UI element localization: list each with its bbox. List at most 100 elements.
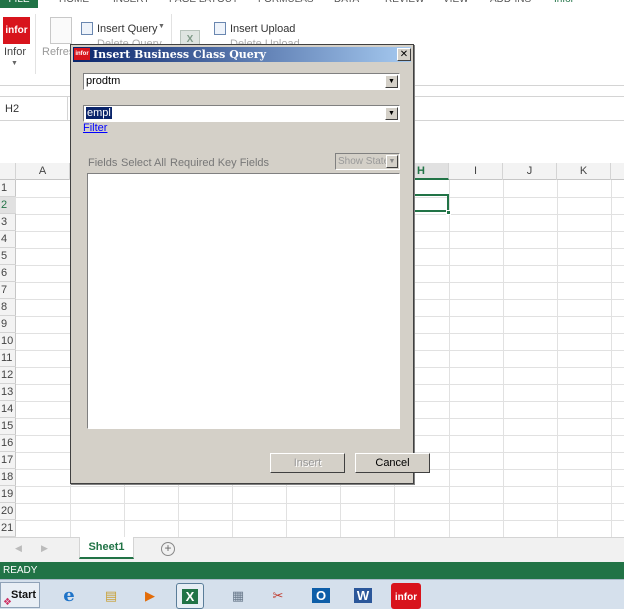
business-class-value: empl: [86, 107, 112, 119]
file-explorer-icon[interactable]: ▤: [97, 583, 125, 609]
ribbon-tab-strip: FILE HOME INSERT PAGE LAYOUT FORMULAS DA…: [0, 0, 624, 8]
calculator-icon[interactable]: ▦: [224, 583, 252, 609]
show-state-label: Show State: [338, 156, 390, 167]
add-sheet-icon[interactable]: +: [161, 542, 175, 556]
chevron-down-icon[interactable]: ▼: [385, 107, 398, 120]
row-header[interactable]: 17: [0, 452, 16, 469]
internet-explorer-icon[interactable]: e: [55, 583, 83, 609]
column-header[interactable]: A: [16, 163, 70, 180]
infor-menu-label[interactable]: Infor: [4, 46, 26, 58]
infor-taskbar-icon[interactable]: infor: [391, 583, 421, 609]
insert-upload-icon: [214, 22, 226, 35]
dialog-titlebar[interactable]: infor Insert Business Class Query ✕: [73, 47, 411, 62]
column-header[interactable]: I: [449, 163, 503, 180]
tab-file[interactable]: FILE: [0, 0, 38, 8]
gridline: [16, 503, 624, 504]
chevron-down-icon[interactable]: ▼: [385, 75, 398, 88]
start-button[interactable]: ❖ Start: [0, 582, 40, 608]
row-header[interactable]: 21: [0, 520, 16, 537]
insert-upload-button[interactable]: Insert Upload: [230, 23, 295, 35]
insert-query-icon: [81, 22, 93, 35]
status-bar: READY: [0, 562, 624, 579]
tab-page-layout[interactable]: PAGE LAYOUT: [169, 0, 238, 8]
fields-list[interactable]: [87, 173, 400, 429]
row-header[interactable]: 20: [0, 503, 16, 520]
fields-tab[interactable]: Fields: [88, 157, 117, 169]
select-all-corner[interactable]: [0, 163, 16, 180]
select-all-tab[interactable]: Select All: [121, 157, 166, 169]
required-key-fields-tab[interactable]: Required Key Fields: [170, 157, 269, 169]
name-box-value: H2: [5, 103, 20, 115]
sheet-tabs-bar: ◀ ▶ Sheet1 +: [0, 537, 624, 562]
row-header-active[interactable]: 2: [0, 197, 16, 214]
row-header[interactable]: 1: [0, 180, 16, 197]
infor-glyph: infor: [394, 592, 418, 603]
ribbon-divider: [35, 14, 36, 74]
chevron-down-icon[interactable]: ▼: [158, 23, 165, 30]
row-header[interactable]: 12: [0, 367, 16, 384]
close-button[interactable]: ✕: [397, 48, 411, 61]
row-header[interactable]: 6: [0, 265, 16, 282]
gridline: [611, 180, 612, 537]
start-label: Start: [11, 589, 37, 601]
excel-glyph: X: [181, 589, 199, 604]
media-glyph: ▶: [145, 588, 155, 603]
row-header[interactable]: 18: [0, 469, 16, 486]
insert-query-button[interactable]: Insert Query: [97, 23, 158, 35]
gridline: [557, 180, 558, 537]
infor-icon: infor: [74, 48, 90, 60]
filter-link[interactable]: Filter: [83, 122, 107, 134]
snipping-tool-icon[interactable]: ✂: [264, 583, 292, 609]
tab-data[interactable]: DATA: [334, 0, 359, 8]
row-header[interactable]: 8: [0, 299, 16, 316]
snipping-glyph: ✂: [272, 588, 284, 603]
sheet-nav-prev-icon[interactable]: ◀: [15, 543, 22, 554]
cancel-button[interactable]: Cancel: [355, 453, 430, 473]
chevron-down-icon[interactable]: ▼: [386, 155, 398, 168]
outlook-icon[interactable]: O: [307, 583, 335, 609]
row-header[interactable]: 9: [0, 316, 16, 333]
row-header[interactable]: 7: [0, 282, 16, 299]
column-header[interactable]: J: [503, 163, 557, 180]
row-header[interactable]: 13: [0, 384, 16, 401]
fill-handle[interactable]: [446, 210, 451, 215]
windows-orb-icon: ❖: [3, 597, 12, 608]
sheet-nav-next-icon[interactable]: ▶: [41, 543, 48, 554]
tab-home[interactable]: HOME: [59, 0, 89, 8]
insert-button[interactable]: Insert: [270, 453, 345, 473]
row-header[interactable]: 16: [0, 435, 16, 452]
media-player-icon[interactable]: ▶: [136, 583, 164, 609]
row-header[interactable]: 19: [0, 486, 16, 503]
data-area-value: prodtm: [86, 75, 121, 87]
refresh-icon: [50, 17, 72, 44]
chevron-down-icon[interactable]: ▼: [11, 60, 18, 67]
sheet-tab[interactable]: Sheet1: [79, 537, 134, 559]
tab-add-ins[interactable]: ADD-INS: [490, 0, 531, 8]
ie-glyph: e: [63, 585, 75, 606]
business-class-dropdown[interactable]: empl ▼: [83, 105, 400, 122]
row-header[interactable]: 15: [0, 418, 16, 435]
row-header[interactable]: 11: [0, 350, 16, 367]
gridline: [16, 486, 624, 487]
row-header[interactable]: 4: [0, 231, 16, 248]
column-header[interactable]: K: [557, 163, 611, 180]
tab-formulas[interactable]: FORMULAS: [258, 0, 314, 8]
taskbar: ❖ Start e ▤ ▶ X ▦ ✂ O W infor: [0, 579, 624, 609]
data-area-dropdown[interactable]: prodtm ▼: [83, 73, 400, 90]
word-icon[interactable]: W: [349, 583, 377, 609]
row-header[interactable]: 10: [0, 333, 16, 350]
show-state-dropdown[interactable]: Show State ▼: [335, 153, 400, 170]
row-header[interactable]: 14: [0, 401, 16, 418]
gridline: [503, 180, 504, 537]
name-box[interactable]: H2: [0, 97, 68, 120]
tab-view[interactable]: VIEW: [443, 0, 469, 8]
infor-logo-icon[interactable]: infor: [3, 17, 30, 44]
explorer-glyph: ▤: [104, 588, 118, 603]
tab-review[interactable]: REVIEW: [385, 0, 424, 8]
tab-infor[interactable]: Infor: [554, 0, 574, 8]
row-header[interactable]: 5: [0, 248, 16, 265]
gridline: [16, 520, 624, 521]
excel-icon[interactable]: X: [176, 583, 204, 609]
row-header[interactable]: 3: [0, 214, 16, 231]
tab-insert[interactable]: INSERT: [113, 0, 150, 8]
